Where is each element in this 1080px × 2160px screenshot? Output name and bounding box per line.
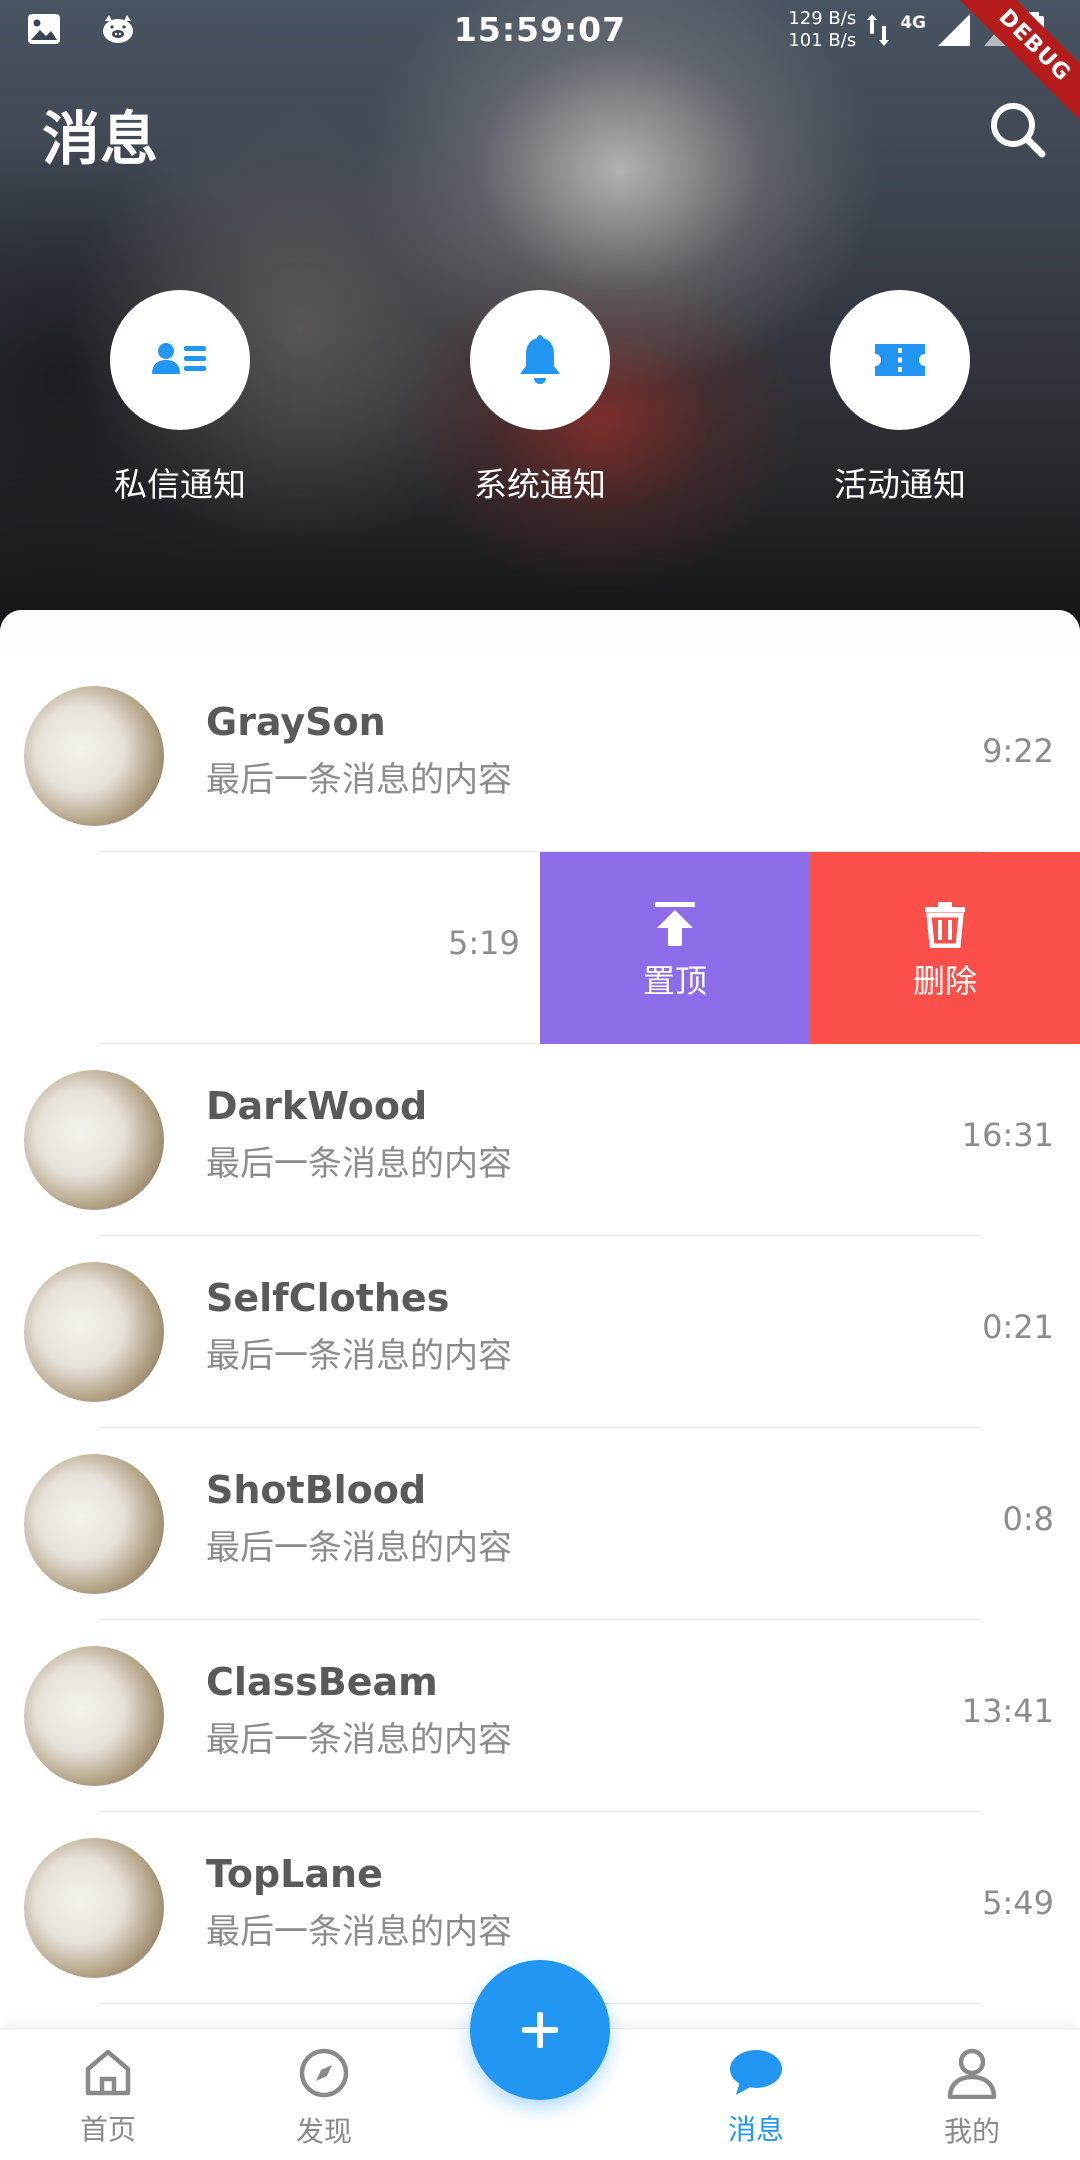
quick-action-label: 私信通知 (114, 465, 246, 504)
avatar (24, 686, 164, 826)
message-time: 0:21 (982, 1308, 1054, 1346)
contact-name: TopLane (206, 1852, 383, 1896)
download-speed: 101 B/s (788, 30, 857, 51)
contact-name: GraySon (206, 700, 386, 744)
conversation-row-swiped[interactable]: 5:19 置顶 删除 (0, 852, 1080, 1044)
person-icon (947, 2048, 997, 2100)
contact-name: ShotBlood (206, 1468, 427, 1512)
nav-label: 我的 (943, 2115, 1000, 2148)
network-type: 4G (900, 13, 926, 33)
message-preview: 最后一条消息的内容 (206, 1144, 512, 1184)
avatar (24, 1838, 164, 1978)
page-title: 消息 (42, 105, 159, 173)
nav-label: 消息 (727, 2113, 784, 2146)
message-time: 13:41 (961, 1692, 1054, 1730)
plus-icon (522, 2012, 558, 2048)
ticket-icon (875, 344, 925, 376)
pin-to-top-button[interactable]: 置顶 (540, 852, 810, 1044)
nav-discover[interactable]: 发现 (244, 2047, 404, 2150)
message-time: 5:19 (448, 924, 520, 962)
network-speed: 129 B/s 101 B/s (788, 8, 856, 52)
signal-icon (938, 14, 970, 46)
status-bar: 15:59:07 129 B/s 101 B/s 4G DEBUG (0, 0, 1080, 138)
conversation-row[interactable]: ClassBeam 最后一条消息的内容 13:41 (0, 1620, 1080, 1812)
chat-bubble-icon (730, 2050, 782, 2095)
message-preview: 最后一条消息的内容 (206, 1336, 512, 1376)
conversation-row[interactable]: DarkWood 最后一条消息的内容 16:31 (0, 1044, 1080, 1236)
compass-icon (299, 2048, 349, 2098)
conversation-row[interactable]: GraySon 最后一条消息的内容 9:22 (0, 660, 1080, 852)
quick-action-circle (470, 290, 610, 430)
delete-button[interactable]: 删除 (810, 852, 1080, 1044)
quick-action-circle (830, 290, 970, 430)
nav-profile[interactable]: 我的 (892, 2047, 1052, 2150)
message-time: 16:31 (961, 1116, 1054, 1154)
upload-speed: 129 B/s (788, 8, 857, 29)
search-button[interactable] (986, 98, 1050, 162)
quick-action-event[interactable]: 活动通知 (790, 290, 1010, 506)
message-preview: 最后一条消息的内容 (206, 760, 512, 800)
nav-label: 首页 (79, 2113, 136, 2146)
quick-action-label: 活动通知 (834, 465, 966, 504)
conversation-row[interactable]: SelfClothes 最后一条消息的内容 0:21 (0, 1236, 1080, 1428)
contact-name: SelfClothes (206, 1276, 450, 1320)
pin-top-icon (655, 902, 695, 946)
header-background: 15:59:07 129 B/s 101 B/s 4G DEBUG 消息 私信通… (0, 0, 1080, 640)
swiped-row-content[interactable]: 5:19 (0, 852, 540, 1044)
contact-name: DarkWood (206, 1084, 428, 1128)
compose-fab[interactable] (470, 1960, 610, 2100)
list-top-spacer (0, 610, 1080, 660)
message-preview: 最后一条消息的内容 (206, 1720, 512, 1760)
nav-label: 发现 (295, 2115, 352, 2148)
quick-action-private-message[interactable]: 私信通知 (70, 290, 290, 506)
quick-action-label: 系统通知 (474, 465, 606, 504)
message-time: 9:22 (982, 732, 1054, 770)
search-icon (991, 103, 1046, 158)
nav-home[interactable]: 首页 (28, 2047, 188, 2148)
avatar (24, 1070, 164, 1210)
contact-card-icon (152, 343, 206, 374)
bell-icon (520, 335, 560, 384)
home-icon (85, 2049, 131, 2096)
nav-messages[interactable]: 消息 (676, 2047, 836, 2148)
avatar (24, 1646, 164, 1786)
data-transfer-icon (867, 14, 890, 46)
delete-label: 删除 (912, 962, 977, 1000)
contact-name: ClassBeam (206, 1660, 438, 1704)
avatar (24, 1454, 164, 1594)
quick-action-circle (110, 290, 250, 430)
message-preview: 最后一条消息的内容 (206, 1912, 512, 1952)
message-time: 5:49 (982, 1884, 1054, 1922)
trash-icon (925, 902, 965, 949)
conversation-list: GraySon 最后一条消息的内容 9:22 5:19 置顶 删除 DarkWo… (0, 610, 1080, 2050)
pin-label: 置顶 (642, 962, 707, 1000)
message-preview: 最后一条消息的内容 (206, 1528, 512, 1568)
message-time: 0:8 (1002, 1500, 1055, 1538)
avatar (24, 1262, 164, 1402)
conversation-row[interactable]: ShotBlood 最后一条消息的内容 0:8 (0, 1428, 1080, 1620)
quick-action-system[interactable]: 系统通知 (430, 290, 650, 506)
